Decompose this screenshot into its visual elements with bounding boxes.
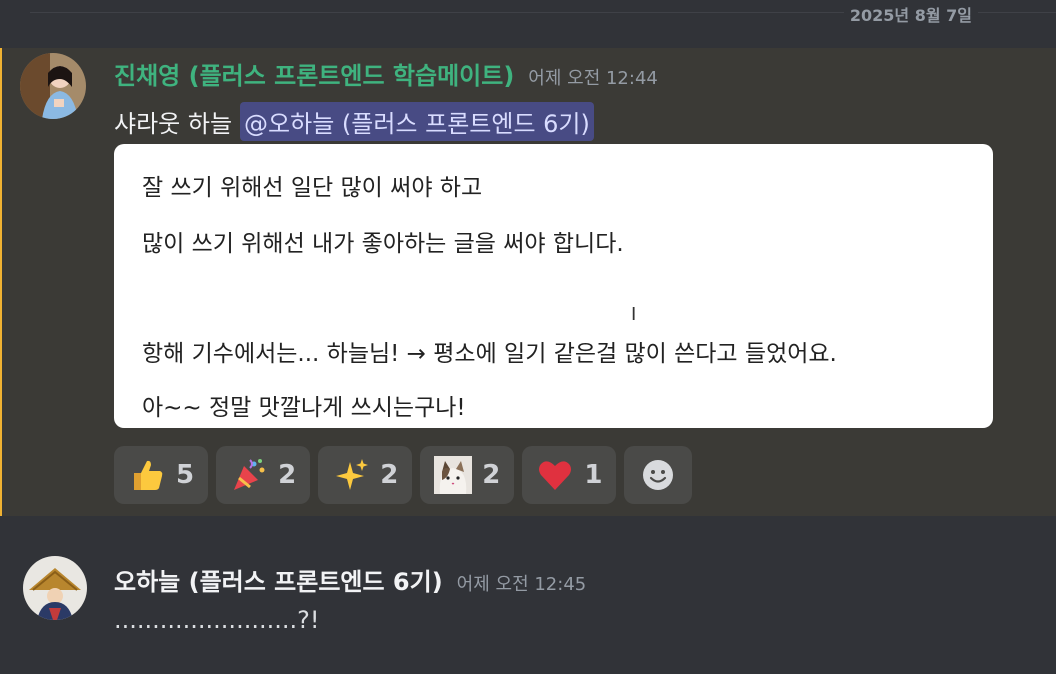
date-label: 2025년 8월 7일 — [843, 2, 978, 26]
message-item[interactable]: 오하늘 (플러스 프론트엔드 6기) 어제 오전 12:45 .........… — [0, 516, 1056, 674]
timestamp[interactable]: 어제 오전 12:45 — [457, 570, 587, 596]
avatar[interactable] — [23, 556, 87, 620]
text-cursor-icon: I — [631, 304, 637, 325]
sparkles-icon — [332, 456, 370, 494]
image-attachment[interactable]: 잘 쓰기 위해선 일단 많이 써야 하고 많이 쓰기 위해선 내가 좋아하는 글… — [114, 144, 993, 428]
add-reaction-button[interactable] — [624, 446, 693, 504]
reaction-cat[interactable]: 2 — [420, 446, 515, 504]
heart-icon — [536, 456, 574, 494]
cat-icon — [434, 456, 473, 494]
message-text: ........................?! — [114, 606, 320, 634]
reaction-party[interactable]: 2 — [216, 446, 311, 504]
user-mention[interactable]: @오하늘 (플러스 프론트엔드 6기) — [240, 102, 594, 141]
reaction-thumbs-up[interactable]: 5 — [114, 446, 209, 504]
thumbs-up-icon — [128, 456, 166, 494]
attachment-text-line: 많이 쓰기 위해선 내가 좋아하는 글을 써야 합니다. — [142, 231, 624, 257]
reaction-count: 2 — [278, 460, 297, 490]
reaction-count: 5 — [176, 460, 195, 490]
avatar[interactable] — [20, 53, 86, 119]
reactions-bar: 5 2 2 2 1 — [114, 446, 693, 504]
message-text: 샤라웃 하늘 — [114, 110, 233, 138]
attachment-text-line: 아~~ 정말 맛깔나게 쓰시는구나! — [142, 395, 466, 421]
message-header: 진채영 (플러스 프론트엔드 학습메이트) 어제 오전 12:44 — [114, 56, 658, 91]
message-item[interactable]: 진채영 (플러스 프론트엔드 학습메이트) 어제 오전 12:44 샤라웃 하늘… — [0, 48, 1056, 516]
reaction-count: 1 — [584, 460, 603, 490]
timestamp[interactable]: 어제 오전 12:44 — [528, 64, 658, 90]
reaction-count: 2 — [380, 460, 399, 490]
reaction-heart[interactable]: 1 — [522, 446, 617, 504]
username[interactable]: 오하늘 (플러스 프론트엔드 6기) — [114, 562, 443, 597]
smiley-icon — [639, 456, 677, 494]
username[interactable]: 진채영 (플러스 프론트엔드 학습메이트) — [114, 56, 514, 91]
date-divider: 2025년 8월 7일 — [0, 0, 1056, 30]
party-popper-icon — [230, 456, 268, 494]
reaction-count: 2 — [482, 460, 501, 490]
highlight-bar — [0, 48, 2, 516]
attachment-text-line: 잘 쓰기 위해선 일단 많이 써야 하고 — [142, 175, 483, 201]
reaction-sparkles[interactable]: 2 — [318, 446, 413, 504]
attachment-text-line: 항해 기수에서는... 하늘님! → 평소에 일기 같은걸 많이 쓴다고 들었어… — [142, 341, 837, 367]
message-content: 샤라웃 하늘 @오하늘 (플러스 프론트엔드 6기) — [114, 102, 594, 141]
message-header: 오하늘 (플러스 프론트엔드 6기) 어제 오전 12:45 — [114, 562, 586, 597]
